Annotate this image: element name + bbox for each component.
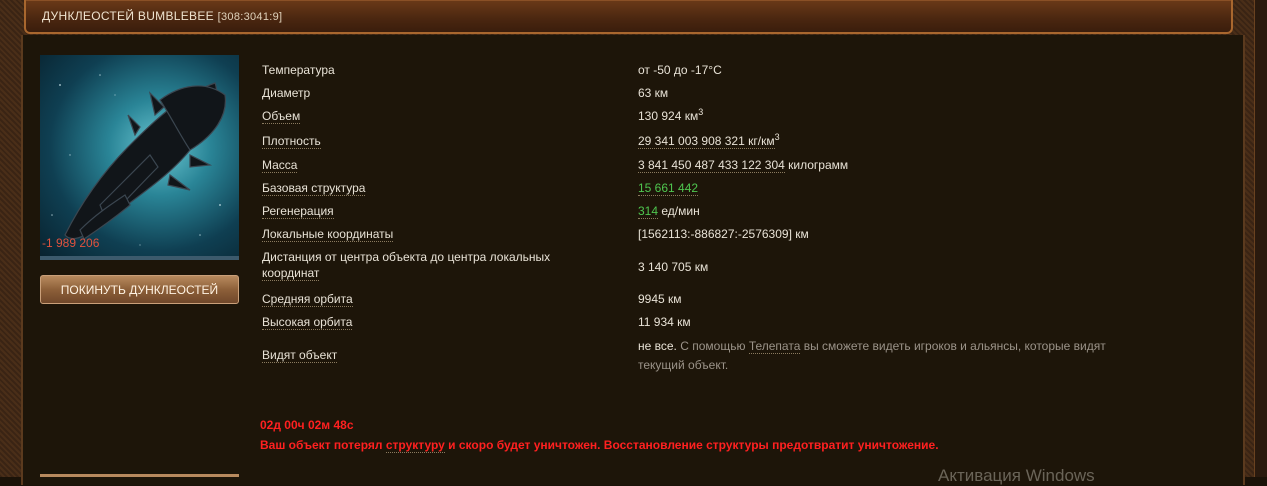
label-high-orbit: Высокая орбита	[262, 315, 353, 330]
value-structure: 15 661 442	[638, 181, 699, 196]
hp-bar	[40, 256, 239, 260]
value-volume: 130 924 км3	[638, 107, 704, 124]
destroy-warning: Ваш объект потерял структуру и скоро буд…	[260, 438, 939, 453]
window-title: ДУНКЛЕОСТЕЙ BUMBLEBEE [308:3041:9]	[42, 9, 283, 23]
value-local-coords: [1562113:-886827:-2576309] км	[638, 227, 809, 241]
object-image: -1 989 206	[40, 55, 239, 260]
damage-indicator: -1 989 206	[42, 236, 100, 250]
value-distance: 3 140 705 км	[638, 260, 709, 274]
value-visible: не все. С помощью Телепата вы сможете ви…	[638, 339, 1106, 372]
value-mid-orbit: 9945 км	[638, 292, 682, 306]
label-distance: Дистанция от центра объекта до центра ло…	[262, 250, 551, 281]
label-density: Плотность	[262, 134, 321, 149]
value-mass: 3 841 450 487 433 122 304 килограмм	[638, 158, 849, 173]
leave-object-button[interactable]: ПОКИНУТЬ ДУНКЛЕОСТЕЙ	[40, 275, 239, 304]
structure-link[interactable]: структуру	[385, 438, 445, 453]
label-regen: Регенерация	[262, 204, 334, 219]
value-high-orbit: 11 934 км	[638, 315, 691, 329]
label-local-coords: Локальные координаты	[262, 227, 394, 242]
label-volume: Объем	[262, 109, 301, 124]
label-visible: Видят объект	[262, 348, 338, 363]
scrollbar[interactable]	[1254, 0, 1267, 477]
os-activation-watermark: Активация Windows	[938, 466, 1095, 485]
label-mid-orbit: Средняя орбита	[262, 292, 353, 307]
label-mass: Масса	[262, 158, 298, 173]
label-temperature: Температура	[262, 63, 335, 77]
value-density: 29 341 003 908 321 кг/км3	[638, 132, 780, 149]
window-titlebar: ДУНКЛЕОСТЕЙ BUMBLEBEE [308:3041:9]	[24, 0, 1233, 34]
dunkleosteus-ship-icon	[51, 74, 227, 246]
telepath-link[interactable]: Телепата	[748, 339, 801, 354]
value-temperature: от -50 до -17°C	[638, 63, 722, 77]
value-diameter: 63 км	[638, 86, 669, 100]
value-regen: 314 ед/мин	[638, 204, 700, 219]
label-structure: Базовая структура	[262, 181, 366, 196]
destroy-timer: 02д 00ч 02м 48с	[260, 418, 354, 432]
label-diameter: Диаметр	[262, 86, 311, 100]
